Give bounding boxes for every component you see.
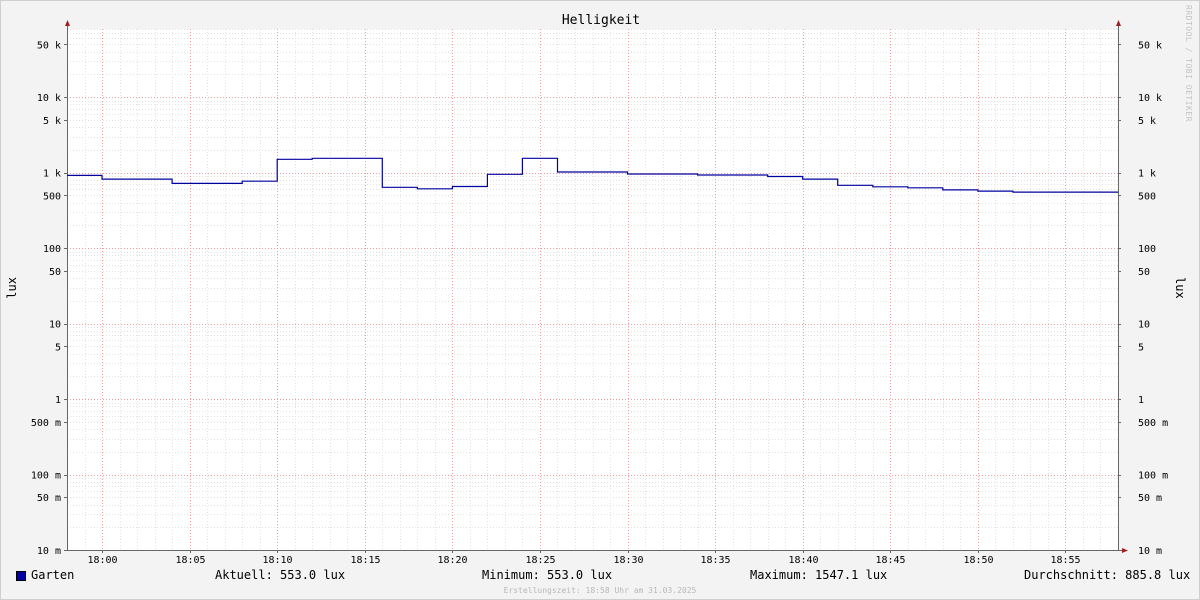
y-tick-label-right: 50 m bbox=[1138, 493, 1162, 504]
y-tick-label-left: 10 m bbox=[37, 546, 61, 557]
y-tick-label-left: 50 k bbox=[37, 40, 61, 51]
x-tick-label: 18:20 bbox=[437, 555, 467, 566]
x-tick-label: 18:30 bbox=[613, 555, 643, 566]
x-tick-label: 18:55 bbox=[1050, 555, 1080, 566]
y-tick-label-right: 5 bbox=[1138, 342, 1144, 353]
legend-minimum: Minimum: 553.0 lux bbox=[482, 568, 613, 582]
chart-title: Helligkeit bbox=[562, 13, 640, 28]
y-tick-label-right: 100 m bbox=[1138, 471, 1168, 482]
rrdtool-watermark: RRDTOOL / TOBI OETIKER bbox=[1184, 5, 1193, 122]
legend-swatch bbox=[16, 571, 26, 581]
y-tick-label-right: 5 k bbox=[1138, 116, 1156, 127]
y-tick-label-left: 1 bbox=[55, 395, 61, 406]
y-tick-label-right: 10 m bbox=[1138, 546, 1162, 557]
y-tick-label-left: 5 bbox=[55, 342, 61, 353]
y-tick-label-left: 10 bbox=[49, 320, 61, 331]
y-tick-label-right: 500 m bbox=[1138, 418, 1168, 429]
legend: Garten Aktuell: 553.0 lux Minimum: 553.0… bbox=[1, 568, 1199, 586]
creation-timestamp: Erstellungszeit: 18:58 Uhr am 31.03.2025 bbox=[503, 586, 697, 595]
y-tick-label-left: 500 bbox=[43, 191, 61, 202]
y-tick-label-right: 10 bbox=[1138, 320, 1150, 331]
y-tick-label-left: 10 k bbox=[37, 93, 61, 104]
x-tick-label: 18:40 bbox=[788, 555, 818, 566]
chart-svg: 18:00 18:05 18:10 18:15 18:20 18:25 18:30 18:35… bbox=[31, 13, 1168, 566]
legend-average: Durchschnitt: 885.8 lux bbox=[1024, 568, 1191, 582]
x-tick-label: 18:10 bbox=[262, 555, 292, 566]
x-tick-label: 18:15 bbox=[350, 555, 380, 566]
y-tick-label-right: 100 bbox=[1138, 244, 1156, 255]
y-tick-label-left: 50 m bbox=[37, 493, 61, 504]
x-tick-label: 18:35 bbox=[700, 555, 730, 566]
chart-frame: 18:00 18:05 18:10 18:15 18:20 18:25 18:30 18:35… bbox=[0, 0, 1200, 600]
x-tick-label: 18:25 bbox=[525, 555, 555, 566]
y-tick-label-right: 1 k bbox=[1138, 169, 1156, 180]
x-tick-label: 18:05 bbox=[175, 555, 205, 566]
y-tick-label-right: 50 bbox=[1138, 267, 1150, 278]
y-tick-label-left: 500 m bbox=[31, 418, 61, 429]
y-axis-arrow-right bbox=[1116, 20, 1121, 26]
x-tick-label: 18:00 bbox=[87, 555, 117, 566]
legend-maximum: Maximum: 1547.1 lux bbox=[750, 568, 888, 582]
y-axis-label-right: lux bbox=[1173, 277, 1187, 299]
y-tick-label-left: 100 m bbox=[31, 471, 61, 482]
y-tick-label-right: 50 k bbox=[1138, 40, 1162, 51]
y-axis-label-left: lux bbox=[5, 277, 19, 299]
y-tick-label-left: 50 bbox=[49, 267, 61, 278]
y-axis-arrow-left bbox=[65, 20, 70, 26]
y-tick-label-right: 10 k bbox=[1138, 93, 1162, 104]
y-tick-label-right: 500 bbox=[1138, 191, 1156, 202]
y-tick-label-left: 5 k bbox=[43, 116, 61, 127]
y-tick-label-right: 1 bbox=[1138, 395, 1144, 406]
y-tick-label-left: 1 k bbox=[43, 169, 61, 180]
y-tick-label-left: 100 bbox=[43, 244, 61, 255]
legend-current: Aktuell: 553.0 lux bbox=[215, 568, 346, 582]
x-axis-arrow bbox=[1122, 548, 1128, 553]
legend-series-name: Garten bbox=[31, 568, 75, 582]
x-tick-label: 18:50 bbox=[963, 555, 993, 566]
x-tick-label: 18:45 bbox=[875, 555, 905, 566]
